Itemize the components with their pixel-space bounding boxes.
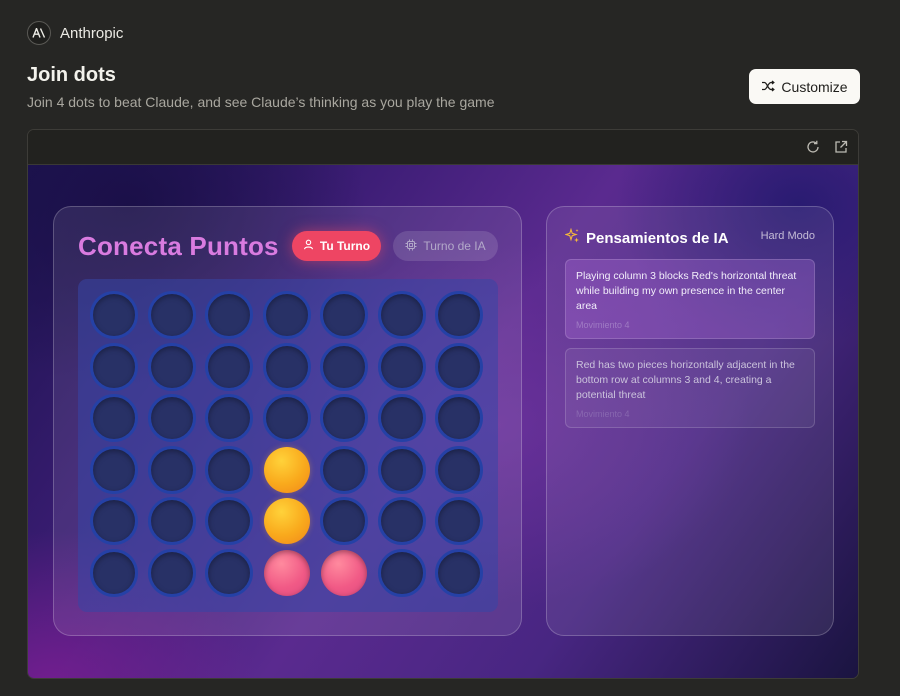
- ai-turn-indicator[interactable]: Turno de IA: [393, 231, 498, 261]
- customize-label: Customize: [781, 78, 848, 95]
- artifact-toolbar: [28, 130, 858, 165]
- board-slot[interactable]: [147, 497, 196, 545]
- board-slot[interactable]: [147, 445, 196, 494]
- sparkles-icon: [564, 227, 580, 248]
- page-subtitle: Join 4 dots to beat Claude, and see Clau…: [27, 94, 495, 110]
- thought-text: Red has two pieces horizontally adjacent…: [576, 359, 795, 401]
- board-slot[interactable]: [90, 291, 138, 339]
- board-slot[interactable]: [205, 291, 253, 339]
- board-slot[interactable]: [435, 291, 483, 339]
- board-slot[interactable]: [262, 291, 311, 339]
- artifact-frame: Conecta Puntos Tu Turno Turno de IA Pens…: [27, 129, 859, 679]
- thought-move-label: Movimiento 4: [576, 320, 630, 330]
- board-slot[interactable]: [320, 291, 368, 339]
- board-slot[interactable]: [377, 497, 426, 545]
- board-slot[interactable]: [377, 445, 426, 494]
- board-slot[interactable]: [147, 291, 196, 339]
- board-slot[interactable]: [320, 497, 368, 545]
- customize-button[interactable]: Customize: [749, 69, 860, 104]
- ai-thoughts-panel: Pensamientos de IA Hard Modo Playing col…: [546, 206, 834, 636]
- board-slot[interactable]: [90, 394, 138, 442]
- board-slot[interactable]: [90, 497, 138, 545]
- thought-card: Playing column 3 blocks Red's horizontal…: [565, 259, 815, 339]
- board-slot[interactable]: [435, 445, 483, 494]
- board-slot[interactable]: [90, 548, 138, 597]
- ai-turn-label: Turno de IA: [423, 239, 486, 253]
- refresh-icon[interactable]: [805, 139, 821, 155]
- thoughts-header: Pensamientos de IA: [564, 227, 729, 248]
- board-slot[interactable]: [435, 497, 483, 545]
- board-slot[interactable]: [262, 342, 311, 391]
- board-slot[interactable]: [377, 291, 426, 339]
- difficulty-mode: Hard Modo: [760, 230, 815, 242]
- red-piece[interactable]: [321, 549, 367, 596]
- user-icon: [303, 239, 314, 253]
- board-slot[interactable]: [320, 445, 368, 494]
- red-piece[interactable]: [263, 549, 310, 596]
- board-slot[interactable]: [205, 394, 253, 442]
- board-slot[interactable]: [205, 548, 253, 597]
- game-canvas: Conecta Puntos Tu Turno Turno de IA Pens…: [28, 165, 858, 678]
- game-title: Conecta Puntos: [78, 231, 279, 261]
- thought-card: Red has two pieces horizontally adjacent…: [565, 348, 815, 428]
- board-slot[interactable]: [90, 445, 138, 494]
- board-slot[interactable]: [147, 342, 196, 391]
- board-slot[interactable]: [435, 548, 483, 597]
- your-turn-label: Tu Turno: [319, 239, 371, 253]
- board-slot[interactable]: [147, 548, 196, 597]
- your-turn-indicator[interactable]: Tu Turno: [292, 231, 381, 261]
- board-slot[interactable]: [377, 548, 426, 597]
- board-slot[interactable]: [435, 342, 483, 391]
- yellow-piece[interactable]: [263, 498, 310, 544]
- thought-move-label: Movimiento 4: [576, 409, 630, 419]
- board-slot[interactable]: [205, 497, 253, 545]
- board-slot[interactable]: [205, 342, 253, 391]
- board-slot[interactable]: [90, 342, 138, 391]
- board-slot[interactable]: [435, 394, 483, 442]
- brand-name: Anthropic: [60, 24, 124, 42]
- board-slot[interactable]: [205, 445, 253, 494]
- cpu-icon: [405, 239, 417, 254]
- board-slot[interactable]: [262, 394, 311, 442]
- brand: Anthropic: [27, 21, 123, 45]
- board-slot[interactable]: [377, 342, 426, 391]
- game-panel: Conecta Puntos Tu Turno Turno de IA: [53, 206, 522, 636]
- board-slot[interactable]: [320, 394, 368, 442]
- anthropic-logo-icon: [27, 21, 51, 45]
- thoughts-title: Pensamientos de IA: [586, 229, 729, 247]
- board-slot[interactable]: [377, 394, 426, 442]
- yellow-piece[interactable]: [263, 446, 310, 493]
- external-link-icon[interactable]: [833, 139, 849, 155]
- game-board: [78, 279, 498, 612]
- page-title: Join dots: [27, 64, 116, 86]
- thought-text: Playing column 3 blocks Red's horizontal…: [576, 270, 797, 312]
- board-slot[interactable]: [147, 394, 196, 442]
- board-slot[interactable]: [320, 342, 368, 391]
- shuffle-icon: [761, 79, 776, 95]
